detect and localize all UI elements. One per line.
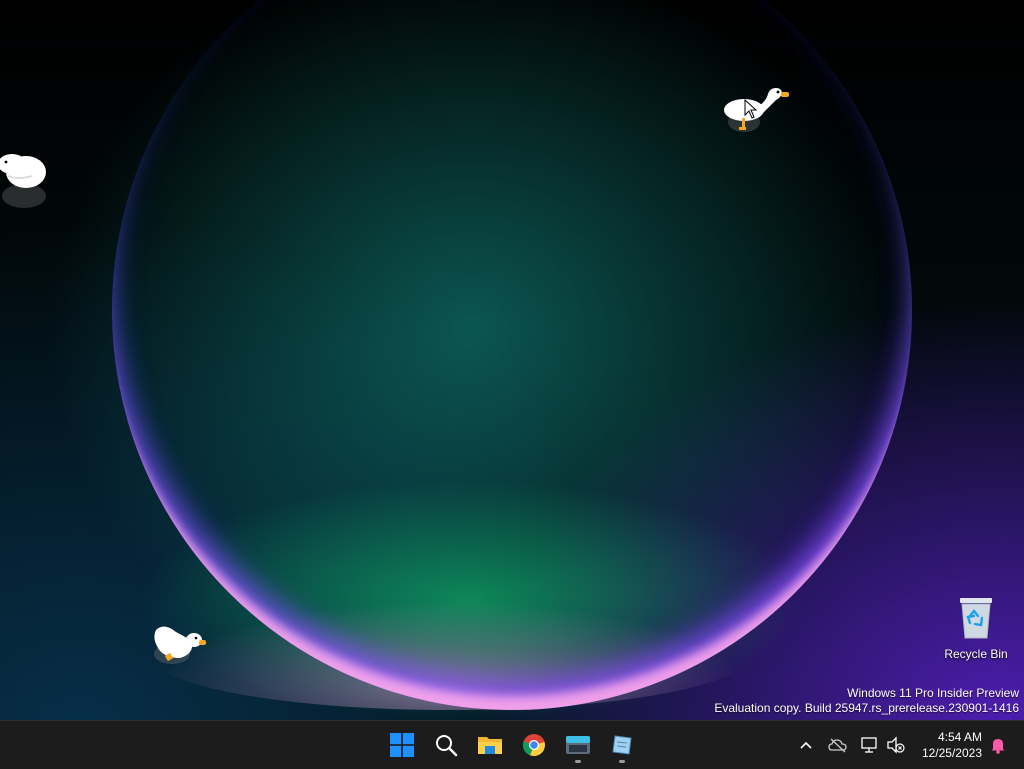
running-indicator — [619, 760, 625, 763]
show-hidden-icons-button[interactable] — [794, 733, 818, 757]
evaluation-watermark: Windows 11 Pro Insider Preview Evaluatio… — [714, 686, 1019, 716]
mouse-cursor-icon — [744, 99, 758, 119]
taskbar: 4:54 AM 12/25/2023 — [0, 720, 1024, 769]
desktop-wallpaper: Recycle Bin Windows 11 Pro Insider Previ… — [0, 0, 1024, 720]
start-button[interactable] — [382, 725, 422, 765]
speaker-muted-icon — [887, 736, 905, 754]
bell-icon — [991, 739, 1005, 754]
file-explorer-button[interactable] — [470, 725, 510, 765]
notepad-icon — [612, 735, 632, 755]
recycle-bin-label: Recycle Bin — [944, 647, 1008, 661]
desktop-goose-icon[interactable] — [150, 620, 208, 672]
chrome-button[interactable] — [514, 725, 554, 765]
chevron-up-icon — [800, 741, 812, 749]
terminal-app-button[interactable] — [558, 725, 598, 765]
watermark-build: Evaluation copy. Build 25947.rs_prerelea… — [714, 701, 1019, 715]
terminal-icon — [566, 736, 590, 754]
network-icon — [861, 737, 877, 753]
cloud-offline-icon — [828, 738, 847, 753]
network-button[interactable] — [858, 733, 882, 757]
clock-time: 4:54 AM — [937, 730, 982, 744]
desktop-goose-icon[interactable] — [0, 146, 54, 212]
clock-date: 12/25/2023 — [921, 746, 982, 760]
chrome-icon — [522, 734, 545, 757]
running-indicator — [575, 760, 581, 763]
search-button[interactable] — [426, 725, 466, 765]
folder-icon — [478, 737, 502, 754]
notepad-app-button[interactable] — [602, 725, 642, 765]
search-icon — [436, 735, 458, 757]
windows-logo-icon — [390, 733, 414, 757]
recycle-bin-icon — [960, 598, 992, 639]
system-clock[interactable]: 4:54 AM 12/25/2023 — [914, 729, 982, 761]
watermark-edition: Windows 11 Pro Insider Preview — [847, 686, 1019, 700]
wallpaper-orb — [112, 0, 912, 710]
notifications-button[interactable] — [986, 733, 1010, 757]
recycle-bin-shortcut[interactable]: Recycle Bin — [940, 596, 1012, 661]
cloud-status-button[interactable] — [826, 733, 850, 757]
volume-button[interactable] — [884, 733, 908, 757]
